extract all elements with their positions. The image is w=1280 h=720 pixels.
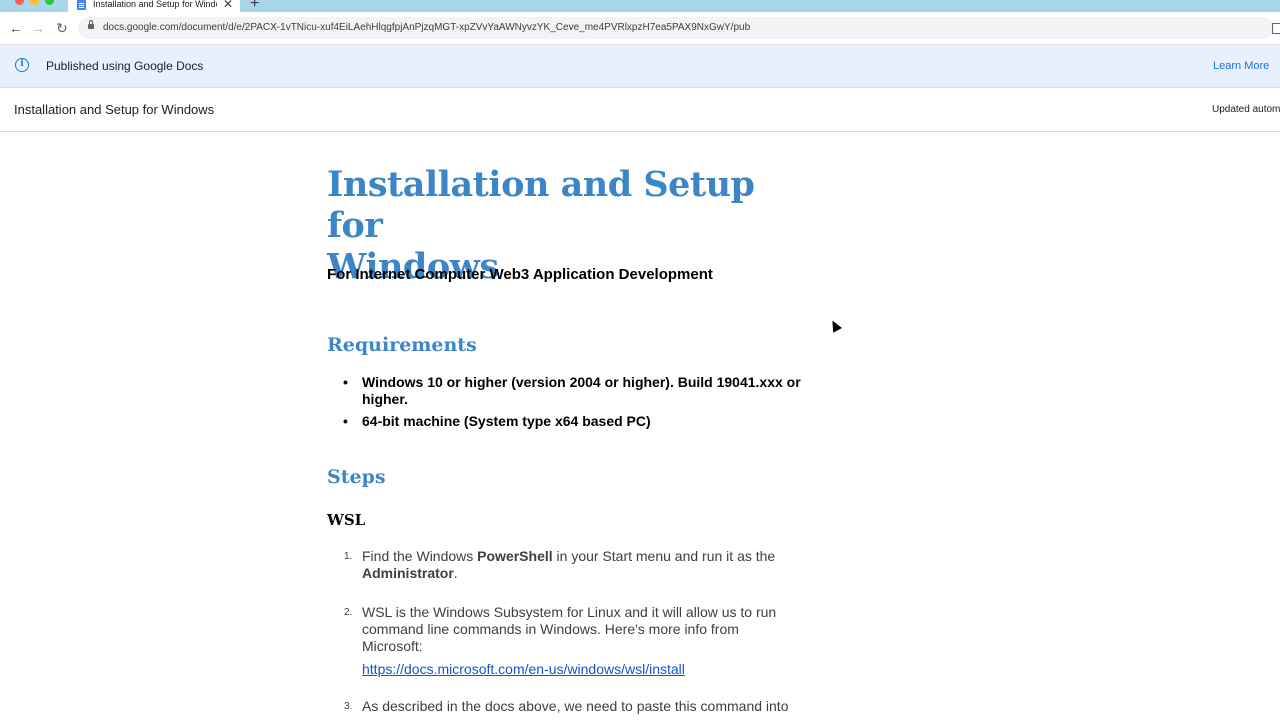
reload-icon[interactable]: ↻ [53, 19, 71, 37]
maximize-window-button[interactable] [45, 0, 54, 5]
page-subtitle: For Internet Computer Web3 Application D… [327, 266, 713, 283]
step-item-2: 2. WSL is the Windows Subsystem for Linu… [344, 604, 802, 678]
requirement-item: 64-bit machine (System type x64 based PC… [327, 413, 807, 430]
step-text: As described in the docs above, we need … [362, 698, 789, 714]
learn-more-link[interactable]: Learn More [1213, 58, 1269, 74]
step-text: Find the Windows [362, 548, 478, 564]
step-number: 2. [344, 607, 353, 618]
updated-status: Updated automa [1212, 104, 1280, 115]
doc-header-title: Installation and Setup for Windows [14, 102, 215, 117]
lock-icon[interactable] [88, 20, 94, 29]
browser-tab-active[interactable]: Installation and Setup for Windows ✕ [68, 0, 240, 12]
published-banner: i Published using Google Docs Learn More [0, 45, 1280, 88]
step-text: WSL is the Windows Subsystem for Linux a… [362, 604, 777, 654]
requirement-item: Windows 10 or higher (version 2004 or hi… [327, 374, 807, 408]
mouse-cursor-icon [828, 318, 842, 333]
step-number: 1. [344, 551, 353, 562]
address-bar[interactable]: docs.google.com/document/d/e/2PACX-1vTNi… [78, 17, 1280, 39]
step-item-3: 3. As described in the docs above, we ne… [344, 698, 802, 715]
new-tab-button[interactable]: + [250, 0, 259, 12]
step-item-1: 1. Find the Windows PowerShell in your S… [344, 548, 802, 582]
step-text: . [453, 565, 458, 581]
browser-tab-bar: Installation and Setup for Windows ✕ + [0, 0, 1280, 12]
step-text: in your Start menu and run it as the [552, 548, 776, 564]
share-icon[interactable] [1272, 23, 1280, 34]
google-docs-icon [77, 0, 86, 10]
doc-header: Installation and Setup for Windows Updat… [0, 88, 1280, 132]
back-arrow-icon[interactable]: ← [7, 19, 25, 37]
info-icon: i [15, 58, 29, 72]
wsl-install-link[interactable]: https://docs.microsoft.com/en-us/windows… [362, 661, 685, 677]
steps-heading: Steps [327, 466, 386, 488]
step-number: 3. [344, 701, 353, 712]
step-bold-text: Administrator [362, 565, 454, 581]
step-bold-text: PowerShell [477, 548, 553, 564]
tab-close-icon[interactable]: ✕ [223, 0, 233, 11]
banner-text: Published using Google Docs [46, 59, 204, 73]
close-window-button[interactable] [15, 0, 24, 5]
forward-arrow-icon[interactable]: → [29, 19, 47, 37]
minimize-window-button[interactable] [30, 0, 39, 5]
wsl-heading: WSL [327, 511, 366, 529]
page-title-line-1: Installation and Setup for [327, 164, 755, 246]
tab-title: Installation and Setup for Windows [93, 0, 217, 9]
requirements-heading: Requirements [327, 334, 477, 356]
browser-toolbar: ← → ↻ docs.google.com/document/d/e/2PACX… [0, 12, 1280, 45]
url-text[interactable]: docs.google.com/document/d/e/2PACX-1vTNi… [103, 21, 750, 35]
requirements-list: Windows 10 or higher (version 2004 or hi… [327, 374, 807, 435]
